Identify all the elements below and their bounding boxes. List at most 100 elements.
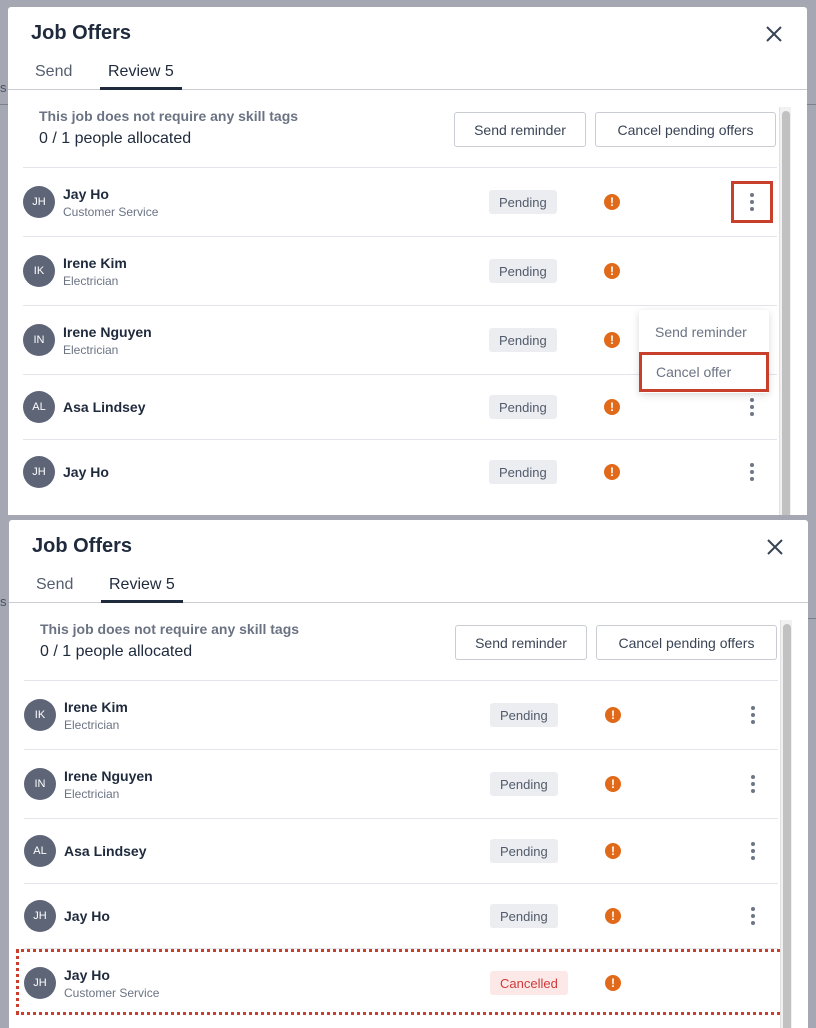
tab-review[interactable]: Review 5 (100, 63, 182, 90)
warning-icon: ! (604, 332, 620, 348)
background-divider (807, 104, 816, 105)
person-role: Electrician (64, 718, 120, 732)
avatar: IK (23, 255, 55, 287)
more-options-button[interactable] (738, 834, 768, 868)
status-badge: Pending (490, 772, 558, 796)
background-divider (0, 104, 8, 105)
avatar: JH (23, 456, 55, 488)
job-offers-dialog-after: Job Offers Send Review 5 This job does n… (9, 520, 808, 1028)
warning-icon: ! (605, 975, 621, 991)
more-options-button[interactable] (738, 767, 768, 801)
person-name: Jay Ho (63, 464, 109, 480)
dot (751, 789, 755, 793)
status-badge: Pending (489, 328, 557, 352)
warning-icon: ! (604, 464, 620, 480)
person-name: Jay Ho (64, 967, 110, 983)
person-name: Irene Kim (64, 699, 128, 715)
menu-item-send-reminder[interactable]: Send reminder (639, 324, 769, 340)
cancel-pending-offers-button[interactable]: Cancel pending offers (595, 112, 776, 147)
status-badge: Cancelled (490, 971, 568, 995)
scrollbar[interactable] (780, 620, 792, 1028)
job-offers-dialog-before: Job Offers Send Review 5 This job does n… (8, 7, 807, 515)
dot (750, 405, 754, 409)
skill-tags-note: This job does not require any skill tags (40, 621, 300, 637)
tab-send[interactable]: Send (36, 576, 73, 603)
tab-send[interactable]: Send (35, 63, 72, 90)
person-name: Jay Ho (63, 186, 109, 202)
person-role: Customer Service (64, 986, 160, 1000)
dot (750, 470, 754, 474)
dot (751, 921, 755, 925)
dialog-title: Job Offers (31, 22, 132, 44)
avatar: IN (23, 324, 55, 356)
menu-item-cancel-offer[interactable]: Cancel offer (639, 352, 769, 392)
tab-bar: Send Review 5 (8, 59, 807, 90)
send-reminder-button[interactable]: Send reminder (455, 625, 587, 660)
cancel-pending-offers-button[interactable]: Cancel pending offers (596, 625, 777, 660)
dot (750, 193, 754, 197)
person-role: Electrician (63, 343, 119, 357)
status-badge: Pending (489, 395, 557, 419)
more-options-button[interactable] (731, 181, 773, 223)
warning-icon: ! (604, 194, 620, 210)
offer-row: JH Jay Ho Pending ! (24, 883, 778, 948)
offer-row: IN Irene Nguyen Electrician Pending ! (24, 749, 778, 818)
dialog-title: Job Offers (32, 535, 133, 557)
dot (750, 398, 754, 402)
warning-icon: ! (604, 263, 620, 279)
offers-content: This job does not require any skill tags… (23, 91, 777, 515)
offer-row: IK Irene Kim Electrician Pending ! (24, 680, 778, 749)
close-icon[interactable] (765, 25, 783, 43)
status-badge: Pending (489, 259, 557, 283)
background-text-fragment: s (0, 80, 7, 95)
tab-review[interactable]: Review 5 (101, 576, 183, 603)
more-options-button[interactable] (737, 390, 767, 424)
person-name: Irene Nguyen (63, 324, 152, 340)
offer-row-cancelled: JH Jay Ho Customer Service Cancelled ! (16, 948, 786, 1017)
warning-icon: ! (605, 707, 621, 723)
status-badge: Pending (490, 703, 558, 727)
tab-bar: Send Review 5 (9, 572, 808, 603)
dot (750, 207, 754, 211)
dot (750, 412, 754, 416)
avatar: JH (24, 967, 56, 999)
warning-icon: ! (605, 908, 621, 924)
close-icon[interactable] (766, 538, 784, 556)
person-name: Irene Kim (63, 255, 127, 271)
more-options-button[interactable] (737, 455, 767, 489)
skill-tags-note: This job does not require any skill tags (39, 108, 299, 124)
scrollbar-thumb[interactable] (783, 624, 791, 1028)
background-text-fragment: s (0, 594, 7, 609)
dot (750, 463, 754, 467)
warning-icon: ! (605, 776, 621, 792)
more-options-button[interactable] (738, 899, 768, 933)
scrollbar-thumb[interactable] (782, 111, 790, 515)
avatar: AL (24, 835, 56, 867)
person-name: Asa Lindsey (64, 843, 147, 859)
highlight-outline (16, 949, 786, 1015)
status-badge: Pending (490, 839, 558, 863)
warning-icon: ! (604, 399, 620, 415)
dot (751, 713, 755, 717)
row-options-menu: Send reminder Cancel offer (639, 310, 769, 393)
person-role: Customer Service (63, 205, 159, 219)
offer-row: IK Irene Kim Electrician Pending ! (23, 236, 777, 305)
status-badge: Pending (489, 190, 557, 214)
more-options-button[interactable] (738, 698, 768, 732)
send-reminder-button[interactable]: Send reminder (454, 112, 586, 147)
avatar: JH (23, 186, 55, 218)
avatar: AL (23, 391, 55, 423)
dot (751, 720, 755, 724)
dot (750, 477, 754, 481)
scrollbar[interactable] (779, 107, 791, 515)
person-role: Electrician (64, 787, 120, 801)
offer-row: JH Jay Ho Customer Service Pending ! (23, 167, 777, 236)
offer-list: IK Irene Kim Electrician Pending ! IN Ir… (16, 680, 786, 1017)
dot (751, 842, 755, 846)
offer-row: AL Asa Lindsey Pending ! (24, 818, 778, 883)
dot (750, 200, 754, 204)
allocation-count: 0 / 1 people allocated (39, 130, 192, 147)
status-badge: Pending (490, 904, 558, 928)
person-role: Electrician (63, 274, 119, 288)
avatar: JH (24, 900, 56, 932)
